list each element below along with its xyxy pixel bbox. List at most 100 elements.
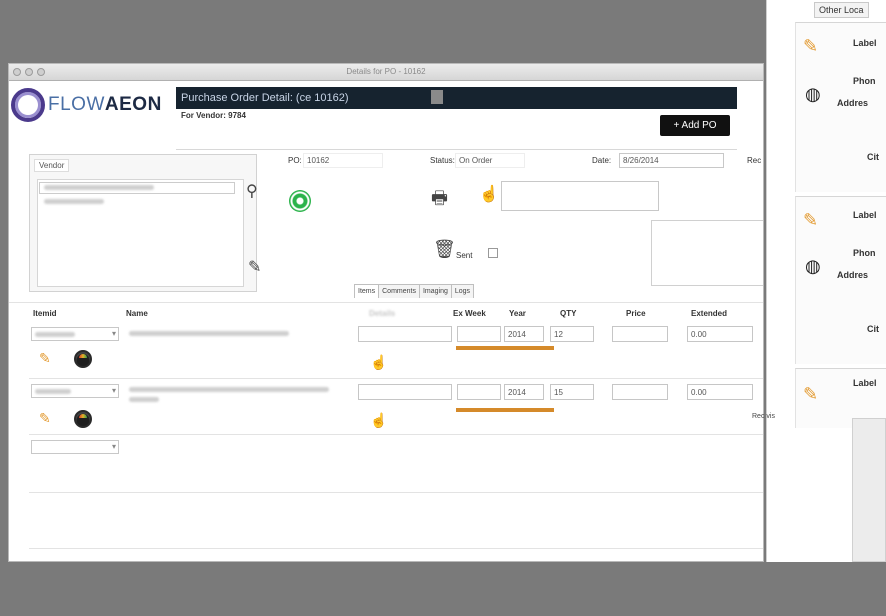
location-city-label: Cit [867, 152, 879, 162]
price-input[interactable] [612, 326, 668, 342]
note-input[interactable] [501, 181, 659, 211]
vendor-panel: Vendor ⚲ ✎ [29, 154, 261, 292]
ex-week-input[interactable] [457, 384, 501, 400]
memo-box[interactable] [651, 220, 763, 286]
col-qty: QTY [560, 309, 577, 318]
tab-imaging[interactable]: Imaging [418, 284, 452, 298]
qty-input[interactable]: 12 [550, 326, 594, 342]
trash-icon[interactable]: 🗑 [433, 239, 456, 260]
logo-text-bold: AEON [104, 94, 162, 115]
extended-value: 0.00 [687, 384, 753, 400]
col-ex-week: Ex Week [453, 309, 486, 318]
edit-pencil-icon[interactable]: ✎ [39, 410, 51, 427]
rec-visible-label: Rec vis [752, 413, 775, 420]
flowaeon-logo: FLOWAEON [11, 88, 162, 122]
logo-text: FLOWAEON [48, 94, 162, 116]
col-name: Name [126, 309, 148, 318]
details-input[interactable] [358, 384, 452, 400]
vendor-list[interactable] [37, 179, 244, 287]
po-label: PO: [288, 156, 302, 165]
sent-checkbox[interactable] [488, 248, 498, 258]
col-price: Price [626, 309, 646, 318]
location-address-label: Addres [837, 98, 869, 108]
location-label-label: Label [853, 38, 877, 48]
item-name-blurred [129, 387, 329, 392]
globe-icon[interactable]: ◍ [805, 84, 821, 105]
details-input[interactable] [358, 326, 452, 342]
tab-items[interactable]: Items [354, 284, 380, 298]
location-phone-label: Phon [853, 76, 876, 86]
col-extended: Extended [691, 309, 728, 318]
status-label: Status: [430, 156, 455, 165]
row-divider [29, 492, 763, 493]
top-band [0, 0, 886, 62]
page-title: Purchase Order Detail: (ce 10162) [181, 92, 349, 104]
ex-week-input[interactable] [457, 326, 501, 342]
row-divider [29, 548, 763, 549]
row-progress-bar [456, 346, 554, 350]
hand-icon[interactable]: ☝ [370, 412, 387, 429]
extended-value: 0.00 [687, 326, 753, 342]
tab-logs[interactable]: Logs [450, 284, 475, 298]
items-grid-header: Itemid Name Details Ex Week Year QTY Pri… [29, 309, 763, 321]
tabs-divider [9, 302, 763, 303]
overlay-panel [852, 418, 886, 562]
year-input[interactable]: 2014 [504, 384, 544, 400]
rec-label: Rec [747, 156, 762, 165]
item-id-blurred [35, 332, 75, 337]
col-details: Details [369, 309, 396, 318]
window-titlebar: Details for PO - 10162 [9, 64, 763, 81]
detail-tabs: Items Comments Imaging Logs [354, 284, 475, 298]
col-itemid: Itemid [33, 309, 57, 318]
vendor-lookup-icon[interactable]: ⚲ [246, 181, 258, 201]
bottom-band [0, 562, 886, 616]
gauge-icon[interactable] [74, 350, 92, 368]
vendor-clear-icon[interactable]: ✎ [248, 257, 261, 277]
edit-pencil-icon[interactable]: ✎ [803, 384, 818, 405]
edit-pencil-icon[interactable]: ✎ [39, 350, 51, 367]
location-address-label: Addres [837, 270, 869, 280]
vendor-name-blurred [44, 185, 154, 190]
qty-input[interactable]: 15 [550, 384, 594, 400]
new-item-select[interactable] [31, 440, 119, 454]
tab-comments[interactable]: Comments [378, 284, 420, 298]
item-name-blurred-2 [129, 397, 159, 402]
location-label-label: Label [853, 210, 877, 220]
edit-pencil-icon[interactable]: ✎ [803, 36, 818, 57]
vendor-detail-blurred [44, 199, 104, 204]
approve-status-icon[interactable] [289, 190, 311, 212]
year-input[interactable]: 2014 [504, 326, 544, 342]
flowaeon-logo-icon [11, 88, 45, 122]
location-phone-label: Phon [853, 248, 876, 258]
gauge-icon[interactable] [74, 410, 92, 428]
item-id-blurred [35, 389, 71, 394]
edit-pencil-icon[interactable]: ✎ [803, 210, 818, 231]
status-field: On Order [455, 153, 525, 168]
header-menu-icon[interactable] [431, 90, 443, 104]
hand-icon[interactable]: ☝ [479, 184, 499, 204]
screen: Details for PO - 10162 FLOWAEON Purchase… [0, 0, 886, 616]
hand-icon[interactable]: ☝ [370, 354, 387, 371]
item-name-blurred [129, 331, 289, 336]
globe-icon[interactable]: ◍ [805, 256, 821, 277]
sent-label: Sent [456, 251, 473, 260]
print-icon[interactable]: 🖶 [431, 186, 448, 216]
vendor-subtitle: For Vendor: 9784 [181, 111, 246, 120]
location-label-label: Label [853, 378, 877, 388]
date-field[interactable]: 8/26/2014 [619, 153, 724, 168]
logo-text-light: FLOW [48, 94, 105, 115]
row-divider [29, 378, 763, 379]
price-input[interactable] [612, 384, 668, 400]
po-details-window: Details for PO - 10162 FLOWAEON Purchase… [8, 63, 764, 562]
row-progress-bar [456, 408, 554, 412]
add-po-button[interactable]: + Add PO [660, 115, 730, 136]
header-divider [176, 149, 737, 150]
window-title: Details for PO - 10162 [346, 67, 426, 76]
row-divider [29, 434, 763, 435]
page-header-bar: Purchase Order Detail: (ce 10162) [176, 87, 737, 109]
tab-other-locations[interactable]: Other Loca [814, 2, 869, 18]
col-year: Year [509, 309, 526, 318]
vendor-tab[interactable]: Vendor [34, 159, 70, 172]
po-number-field: 10162 [303, 153, 383, 168]
location-city-label: Cit [867, 324, 879, 334]
